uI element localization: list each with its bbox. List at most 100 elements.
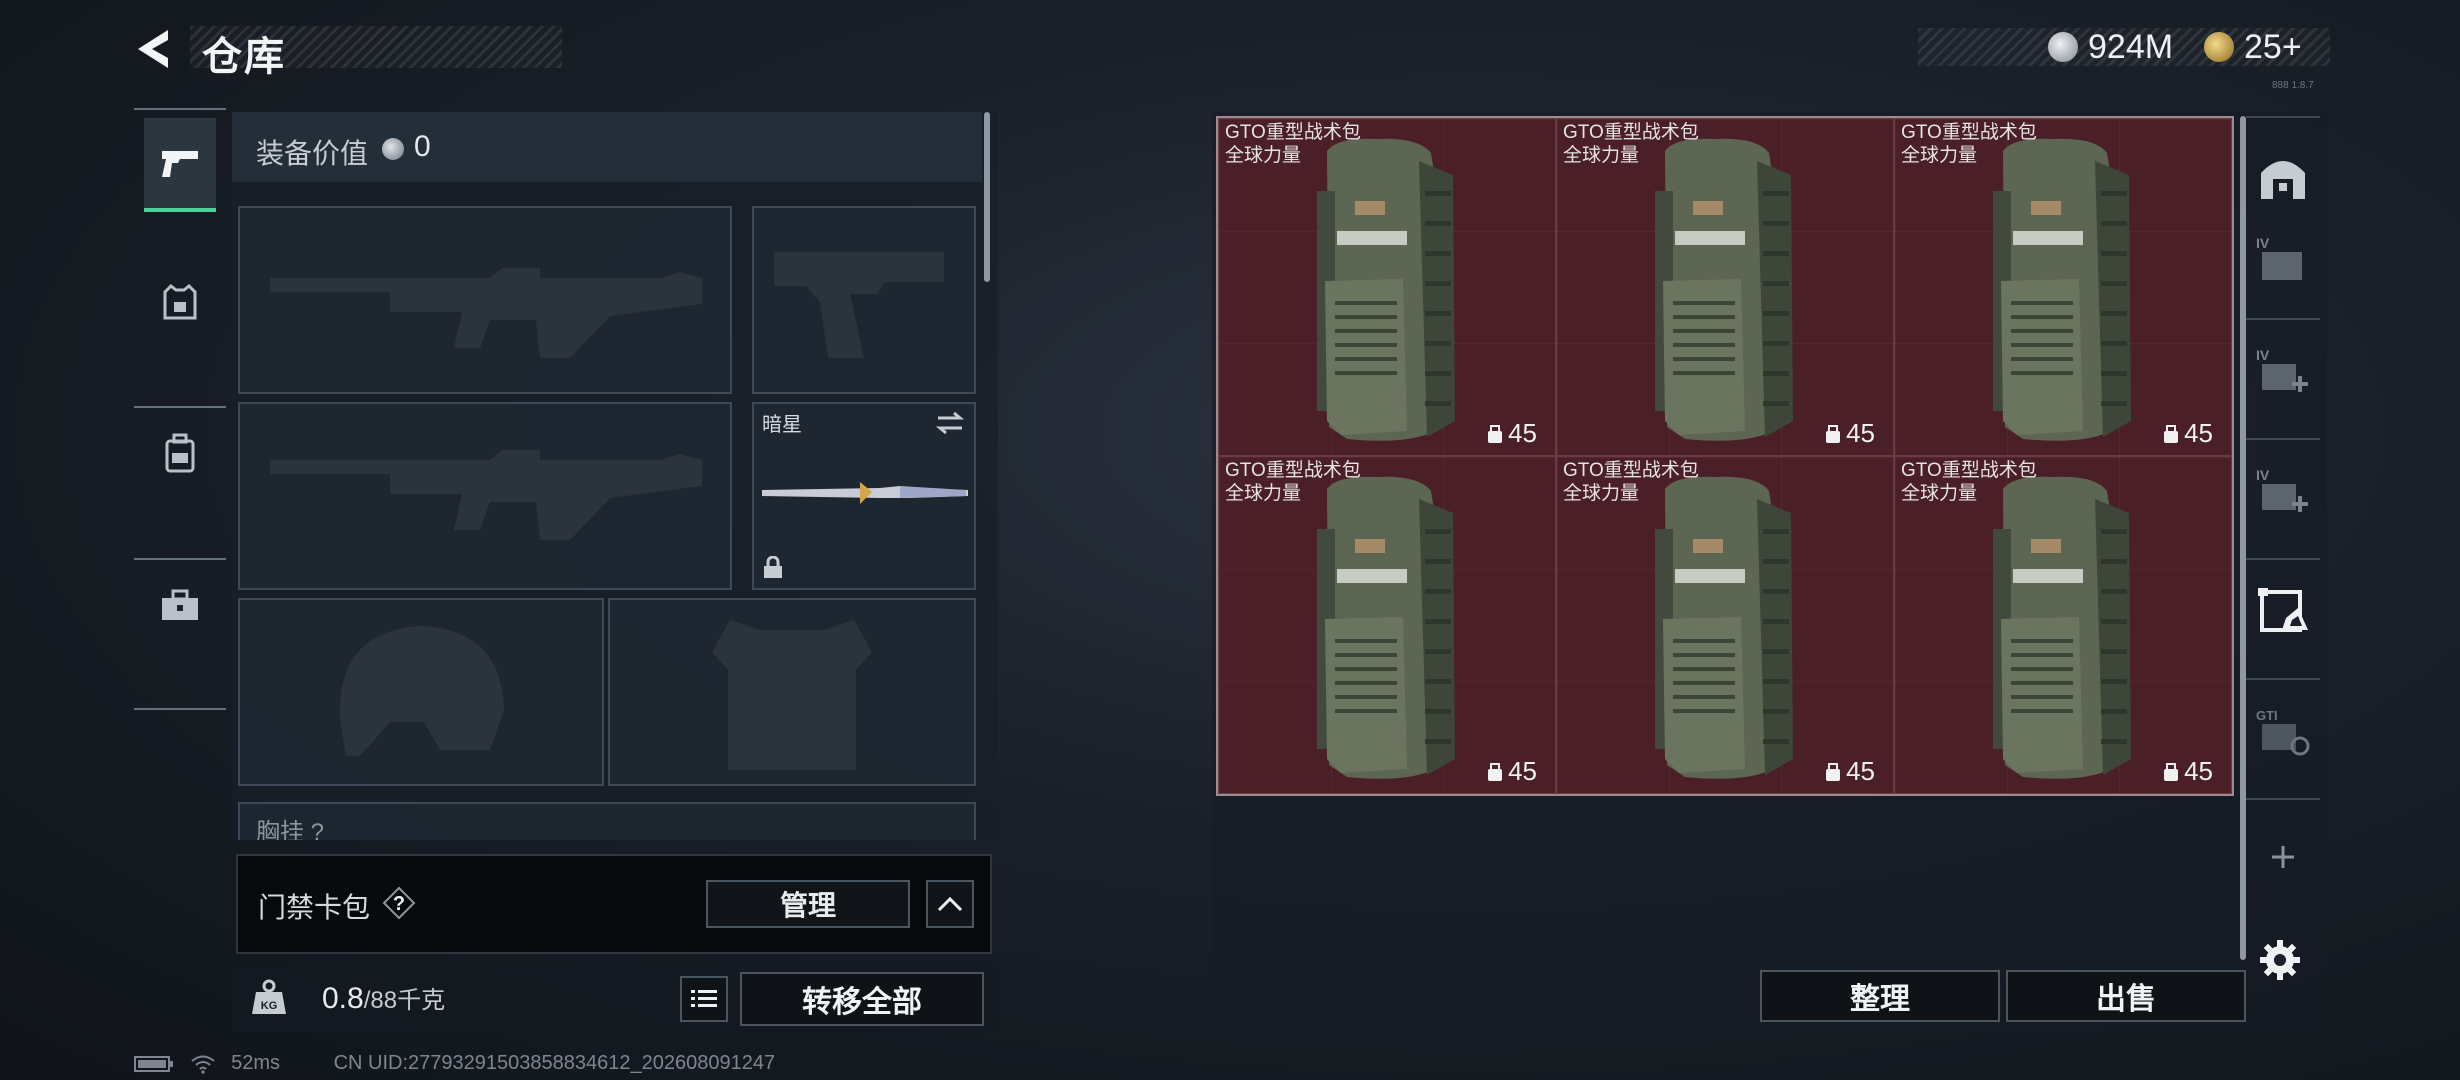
helmet-slot[interactable] [238, 598, 604, 786]
backpack-item-icon [1655, 476, 1793, 779]
capacity-icon [2163, 424, 2180, 444]
rail-item-backpack[interactable] [144, 408, 216, 498]
capacity-icon [1487, 762, 1504, 782]
item-name-line1: GTO重型战术包 [1901, 122, 2037, 143]
melee-name: 暗星 [762, 414, 802, 436]
lock-icon [764, 556, 782, 578]
storage-panel: GTO重型战术包 全球力量 45 GTO重型战术包 全球力量 45 GTO重型战术包… [1212, 112, 2327, 1034]
weight-current: 0.8 [322, 982, 364, 1015]
rail-divider [134, 108, 226, 110]
helmet-silhouette-icon [339, 626, 504, 756]
svg-text:GTI: GTI [2256, 708, 2278, 723]
svg-text:IV: IV [2256, 347, 2270, 363]
item-name-line2: 全球力量 [1563, 145, 1640, 166]
settings-button[interactable] [2250, 930, 2310, 990]
rail-item-case-add[interactable]: IV [2246, 326, 2320, 416]
rail-item-gti-case[interactable]: GTI [2246, 686, 2320, 776]
storage-item-backpack[interactable]: GTO重型战术包 全球力量 45 [1218, 118, 1556, 456]
sidearm-slot[interactable] [752, 206, 976, 394]
body-armor-slot[interactable] [608, 598, 976, 786]
svg-text:IV: IV [2256, 467, 2270, 483]
item-name: GTO重型战术包 全球力量 [1563, 121, 1699, 167]
case-iv-icon: IV [2256, 235, 2302, 280]
item-name: GTO重型战术包 全球力量 [1225, 121, 1361, 167]
list-view-button[interactable] [680, 976, 728, 1022]
item-name: GTO重型战术包 全球力量 [1901, 459, 2037, 505]
melee-slot[interactable]: 暗星 [752, 402, 976, 590]
storage-item-backpack[interactable]: GTO重型战术包 全球力量 45 [1894, 456, 2232, 794]
chevron-up-icon [937, 896, 963, 912]
user-uid: CN UID:27793291503858834612_202608091247 [333, 1052, 776, 1074]
item-name-line2: 全球力量 [1901, 145, 1978, 166]
pistol-icon [162, 151, 198, 177]
wifi-icon [190, 1055, 215, 1074]
manage-button[interactable]: 管理 [706, 880, 910, 928]
rail-item-tools[interactable] [144, 560, 216, 650]
secondary-weapon-slot[interactable] [238, 402, 732, 590]
rail-item-case-add[interactable]: IV [2246, 446, 2320, 536]
case-iv-add-icon: IV [2256, 347, 2308, 392]
ping-value: 52ms [231, 1052, 281, 1074]
svg-text:IV: IV [2256, 235, 2270, 251]
storage-item-backpack[interactable]: GTO重型战术包 全球力量 45 [1556, 118, 1894, 456]
item-name-line2: 全球力量 [1563, 483, 1640, 504]
help-icon[interactable]: ? [382, 886, 416, 920]
chest-rig-slot[interactable] [238, 802, 976, 840]
access-card-bag-label: 门禁卡包 [258, 892, 371, 923]
transfer-all-button[interactable]: 转移全部 [740, 972, 984, 1026]
category-rail [134, 108, 226, 712]
back-button[interactable] [132, 26, 176, 72]
item-capacity: 45 [1824, 418, 1875, 449]
primary-weapon-slot[interactable] [238, 206, 732, 394]
equipment-value-label: 装备价值 [256, 138, 369, 169]
svg-text:?: ? [393, 893, 405, 915]
rail-divider [2246, 558, 2320, 560]
storage-item-backpack[interactable]: GTO重型战术包 全球力量 45 [1556, 456, 1894, 794]
item-name-line1: GTO重型战术包 [1225, 460, 1361, 481]
rail-divider [2246, 678, 2320, 680]
weight-max: /88千克 [363, 987, 446, 1014]
backpack-item-icon [1993, 138, 2131, 441]
silver-coin-icon [382, 138, 404, 160]
storage-grid: GTO重型战术包 全球力量 45 GTO重型战术包 全球力量 45 GTO重型战术包… [1216, 116, 2234, 796]
rail-item-vault[interactable] [2246, 132, 2320, 222]
rail-divider [2246, 438, 2320, 440]
add-storage-button[interactable] [2246, 812, 2320, 902]
loadout-scrollbar[interactable] [984, 112, 990, 282]
gold-coin-icon [2204, 32, 2234, 62]
item-name-line1: GTO重型战术包 [1901, 460, 2037, 481]
rifle-silhouette-icon [270, 268, 702, 358]
sort-button[interactable]: 整理 [1760, 970, 2000, 1022]
storage-item-backpack[interactable]: GTO重型战术包 全球力量 45 [1894, 118, 2232, 456]
page-title: 仓库 [202, 35, 286, 79]
knife-icon [762, 482, 968, 504]
access-card-bag-row: 门禁卡包 ? 管理 [236, 854, 992, 954]
rail-divider [2246, 798, 2320, 800]
sell-button[interactable]: 出售 [2006, 970, 2246, 1022]
weight-value: 0.8/88千克 [322, 980, 445, 1016]
backpack-item-icon [1317, 138, 1455, 441]
capacity-icon [2163, 762, 2180, 782]
rail-item-armor[interactable] [144, 258, 216, 348]
expand-button[interactable] [926, 880, 974, 928]
item-capacity: 45 [2162, 418, 2213, 449]
item-name-line1: GTO重型战术包 [1563, 122, 1699, 143]
item-capacity-value: 45 [1508, 418, 1537, 448]
storage-item-backpack[interactable]: GTO重型战术包 全球力量 45 [1218, 456, 1556, 794]
backpack-icon [165, 433, 195, 473]
rail-item-case[interactable]: IV [2246, 214, 2320, 304]
item-capacity-value: 45 [2184, 418, 2213, 448]
weight-row: KG 0.8/88千克 转移全部 [232, 962, 998, 1032]
vest-silhouette-icon [712, 620, 872, 770]
rifle-silhouette-icon [270, 450, 702, 540]
rail-item-storage-box[interactable] [2246, 566, 2320, 656]
backpack-item-icon [1993, 476, 2131, 779]
rail-item-weapon[interactable] [144, 118, 216, 212]
list-icon [691, 990, 717, 1007]
item-name-line2: 全球力量 [1225, 483, 1302, 504]
item-name: GTO重型战术包 全球力量 [1901, 121, 2037, 167]
item-capacity: 45 [1486, 756, 1537, 787]
swap-icon [935, 411, 965, 435]
backpack-item-icon [1317, 476, 1455, 779]
vest-icon [163, 284, 197, 320]
